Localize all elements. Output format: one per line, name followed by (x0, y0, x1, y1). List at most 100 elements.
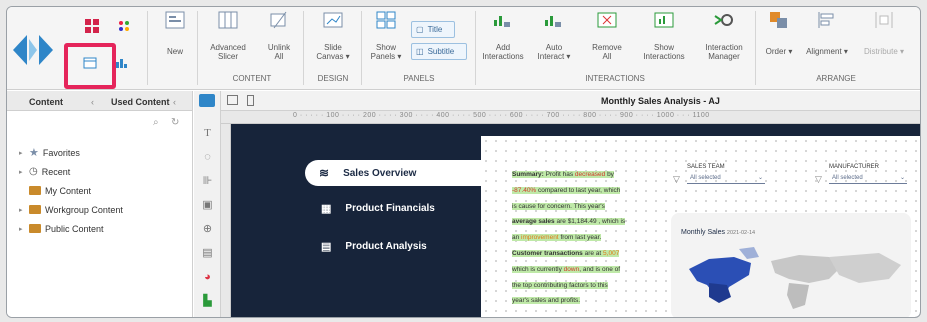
group-panels-label: PANELS (403, 74, 435, 83)
show-interactions-button[interactable]: Show Interactions (637, 9, 691, 61)
show-panels-button[interactable]: Show Panels ▾ (369, 9, 403, 61)
filter-icon: ▽ (673, 174, 680, 184)
order-button[interactable]: Order ▾ (761, 9, 797, 56)
chart-tool-icon[interactable]: ⊪ (200, 173, 215, 188)
group-content-label: CONTENT (232, 74, 272, 83)
shape-tool-icon[interactable]: ◌ (200, 149, 215, 164)
app-window: New Advanced Slicer Unlink All CONTENT S… (6, 6, 921, 318)
canvas-icon (320, 9, 346, 31)
report-tool-icon[interactable]: ▙ (200, 293, 215, 308)
distribute-button[interactable]: Distribute ▾ (859, 9, 909, 56)
filter-manufacturer-label: MANUFACTURER (829, 164, 880, 170)
interaction-manager-label: Interaction Manager (705, 43, 743, 61)
tablet-icon[interactable] (227, 95, 238, 105)
clock-icon: ◷ (29, 166, 38, 177)
tab-back-icon[interactable]: ‹ (91, 97, 94, 107)
alignment-icon (814, 9, 840, 31)
filter-manufacturer-select[interactable]: All selected ⌄ (829, 173, 907, 184)
tree-item-recent[interactable]: ▸ ◷ Recent (19, 162, 123, 181)
unlink-icon (266, 9, 292, 31)
nav-product-financials[interactable]: ▦ Product Financials (321, 202, 435, 215)
nav-product-analysis[interactable]: ▤ Product Analysis (321, 240, 427, 253)
remove-icon (594, 9, 620, 31)
remove-all-button[interactable]: Remove All (587, 9, 627, 61)
table-tool-icon[interactable]: ▤ (200, 245, 215, 260)
unlink-all-button[interactable]: Unlink All (261, 9, 297, 61)
content-panel: Content ‹ Used Content ‹ ⌕ ↻ ▸ ★ Favorite… (7, 91, 193, 317)
tree-item-public-content[interactable]: ▸ Public Content (19, 219, 123, 238)
filter-sales-team-label: SALES TEAM (687, 164, 725, 170)
horizontal-ruler: 0 · · · · · 100 · · · · 200 · · · · 300 … (221, 111, 920, 124)
add-interactions-button[interactable]: Add Interactions (479, 9, 527, 61)
alignment-label: Alignment ▾ (806, 47, 848, 56)
subtitle-toggle[interactable]: ◫ Subtitle (411, 43, 467, 60)
monthly-sales-map[interactable]: Monthly Sales 2021-02-14 (671, 213, 911, 317)
alignment-button[interactable]: Alignment ▾ (801, 9, 853, 56)
tab-used-content[interactable]: Used Content (111, 97, 170, 107)
map-title: Monthly Sales 2021-02-14 (681, 229, 756, 236)
image-tool-icon[interactable]: ▣ (200, 197, 215, 212)
group-interactions-label: INTERACTIONS (585, 74, 645, 83)
tab-content[interactable]: Content (29, 97, 63, 107)
grid-red-icon[interactable] (79, 15, 105, 37)
title-toggle[interactable]: ▢ Title (411, 21, 455, 38)
panels-icon (373, 9, 399, 31)
advanced-slicer-button[interactable]: Advanced Slicer (205, 9, 251, 61)
tree-item-label: Public Content (45, 223, 104, 234)
refresh-icon[interactable]: ↻ (171, 117, 179, 128)
order-icon (766, 9, 792, 31)
auto-interact-icon (541, 9, 567, 31)
canvas-title: Monthly Sales Analysis - AJ (601, 96, 720, 106)
money-icon: ▦ (321, 203, 332, 215)
phone-icon[interactable] (247, 95, 254, 106)
subtitle-label: Subtitle (427, 47, 455, 56)
show-interactions-icon (651, 9, 677, 31)
new-button[interactable]: New (157, 9, 193, 56)
monitor-icon[interactable] (199, 94, 215, 107)
tree-item-workgroup-content[interactable]: ▸ Workgroup Content (19, 200, 123, 219)
box-icon: ▤ (321, 241, 332, 253)
chevron-down-icon: ⌄ (757, 175, 763, 181)
canvas-header: Monthly Sales Analysis - AJ (199, 91, 920, 111)
tree-item-label: Workgroup Content (45, 204, 123, 215)
group-design-label: DESIGN (317, 74, 349, 83)
tree-item-my-content[interactable]: My Content (19, 181, 123, 200)
advanced-slicer-label: Advanced Slicer (210, 43, 246, 61)
color-dots-icon[interactable] (111, 15, 137, 37)
title-label: Title (427, 25, 443, 34)
highlight-box (64, 43, 116, 89)
unlink-all-label: Unlink All (267, 43, 291, 61)
nav-label: Product Analysis (345, 241, 427, 252)
nav-label: Sales Overview (343, 167, 417, 179)
auto-interact-button[interactable]: Auto Interact ▾ (531, 9, 577, 61)
pie-tool-icon[interactable]: ◕ (200, 269, 215, 284)
toolbox: T ◌ ⊪ ▣ ⊕ ▤ ◕ ▙ (194, 91, 221, 317)
star-icon: ★ (29, 147, 39, 159)
globe-tool-icon[interactable]: ⊕ (200, 221, 215, 236)
tab-collapse-icon[interactable]: ‹ (173, 97, 176, 107)
tree-item-label: My Content (45, 185, 92, 196)
app-logo-icon (13, 35, 53, 65)
folder-icon (29, 186, 41, 195)
slide-canvas-label: Slide Canvas ▾ (316, 43, 350, 61)
content-tabs: Content ‹ Used Content ‹ (7, 91, 192, 111)
auto-interact-label: Auto Interact ▾ (537, 43, 571, 61)
order-label: Order ▾ (765, 47, 793, 56)
nav-sales-overview[interactable]: ≋ Sales Overview (305, 160, 483, 186)
tree-item-label: Favorites (42, 147, 80, 158)
summary-text: Summary: Profit has decreased by -87.40%… (512, 171, 626, 305)
text-tool-icon[interactable]: T (200, 125, 215, 140)
title-icon: ▢ (416, 25, 424, 34)
new-icon (162, 9, 188, 31)
search-icon[interactable]: ⌕ (153, 117, 159, 128)
slicer-icon (215, 9, 241, 31)
folder-icon (29, 205, 41, 214)
filter-sales-team-select[interactable]: All selected ⌄ (687, 173, 765, 184)
interaction-manager-button[interactable]: Interaction Manager (697, 9, 751, 61)
add-interactions-icon (490, 9, 516, 31)
remove-all-label: Remove All (592, 43, 622, 61)
stack-icon: ≋ (319, 166, 330, 180)
tree-item-favorites[interactable]: ▸ ★ Favorites (19, 143, 123, 162)
slide-canvas-button[interactable]: Slide Canvas ▾ (313, 9, 353, 61)
gear-icon (711, 9, 737, 31)
